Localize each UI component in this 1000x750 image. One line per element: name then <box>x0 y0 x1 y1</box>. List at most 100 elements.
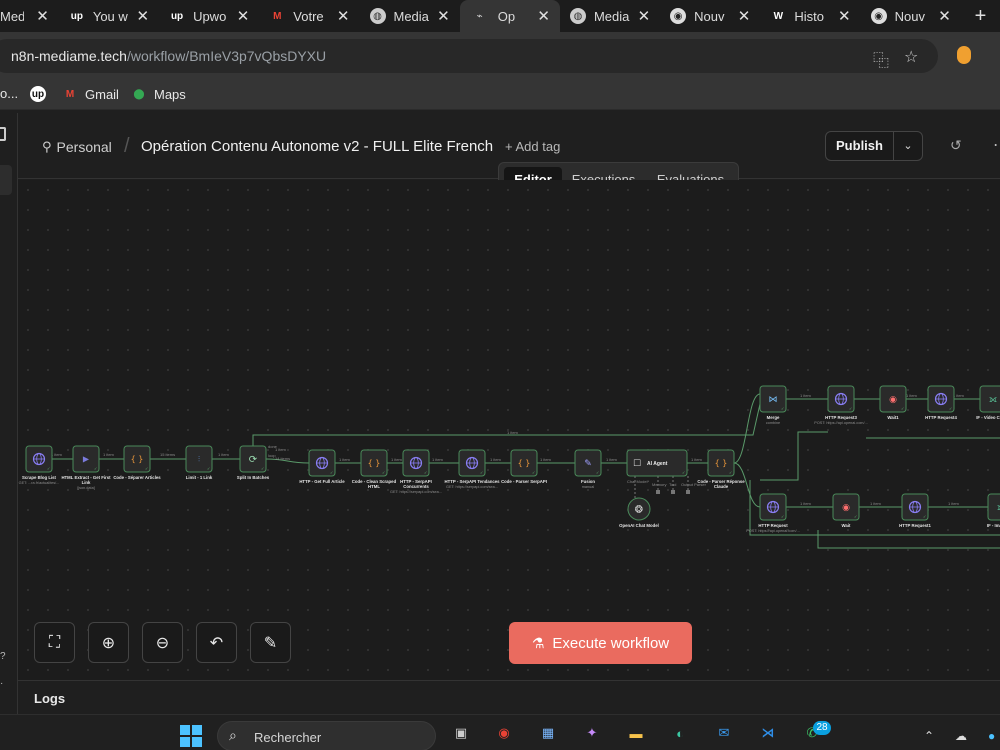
publish-button[interactable]: Publish <box>826 132 894 160</box>
tab-label: Op <box>497 8 516 24</box>
tray-chevron-up-icon[interactable]: ⌃ <box>924 729 934 743</box>
store-icon[interactable]: ▦ <box>536 721 560 745</box>
node-label: Limit - 1 Link <box>186 475 213 480</box>
workflow-canvas[interactable]: 1 item 1 item 15 items 1 item 1 item 14 items… <box>18 180 1000 680</box>
bookmark-star-icon[interactable]: ☆ <box>904 47 918 67</box>
browser-tab-0[interactable]: Media ✕ <box>0 0 59 32</box>
new-tab-button[interactable]: + <box>961 0 1000 32</box>
sidebar-help-icon[interactable]: ? <box>0 651 6 662</box>
network-icon[interactable]: ☁ <box>955 729 967 743</box>
history-icon[interactable]: ↺ <box>950 137 962 154</box>
taskbar-search[interactable]: ⌕ Rechercher <box>217 721 436 750</box>
browser-tab-6[interactable]: ◍ Media ✕ <box>560 0 660 32</box>
copilot-icon[interactable]: ✦ <box>580 721 604 745</box>
bookmark-maps[interactable]: ⬤ Maps <box>131 86 185 102</box>
braces-icon: { } <box>518 459 531 468</box>
workflow-node-wait1[interactable]: ✓ ◉ Wait1 <box>879 385 907 420</box>
workflow-node-clean[interactable]: ✓{ }Code - Clean ScrapedHTML <box>352 449 397 489</box>
browser-tab-3[interactable]: M Votre ✕ <box>259 0 359 32</box>
workflow-node-wait[interactable]: ✓ ◉ Wait <box>832 493 860 528</box>
workflow-node-ifvideo[interactable]: ✓⟗IF - Video Com... <box>976 385 1000 420</box>
workflow-node-http1[interactable]: ✓ HTTP Request1 <box>899 493 931 528</box>
agent-sub-port-tool[interactable] <box>671 490 675 494</box>
zoom-in-button[interactable]: ⊕ <box>88 622 129 663</box>
tab-close-icon[interactable]: ✕ <box>337 7 350 25</box>
bookmark-upwork[interactable]: up <box>30 86 53 102</box>
workflow-node-agent[interactable]: ✓ ☐ AI Agent <box>626 449 688 477</box>
workflow-node-ifimage[interactable]: ✓⟗IF - Image G... <box>987 493 1000 528</box>
workflow-node-http4[interactable]: ✓ HTTP Request4 <box>925 385 957 420</box>
tab-close-icon[interactable]: ✕ <box>537 7 550 25</box>
task-view-icon[interactable]: ▣ <box>449 721 473 745</box>
chevron-down-icon[interactable]: ⌄ <box>894 132 922 160</box>
search-placeholder: Rechercher <box>254 730 322 745</box>
connection-ifimage-back[interactable] <box>817 516 1000 549</box>
connection-claude-http0[interactable] <box>733 462 761 508</box>
vscode-icon[interactable]: ⋊ <box>756 721 780 745</box>
extension-icon[interactable] <box>957 46 971 64</box>
execute-label: Execute workflow <box>552 634 670 652</box>
more-options-icon[interactable]: ⋯ <box>993 135 1000 155</box>
workflow-node-openai[interactable]: ❂ OpenAI Chat Model <box>619 497 659 528</box>
sidebar-toggle-icon[interactable] <box>0 127 6 141</box>
workflow-node-http3[interactable]: ✓ HTTP Request3POST: https://api.openai.c… <box>814 385 868 425</box>
edge-icon[interactable]: ◐ <box>668 721 692 745</box>
workflow-node-limit[interactable]: ✓ ⫶ Limit - 1 Link <box>185 445 213 480</box>
tab-close-icon[interactable]: ✕ <box>437 7 450 25</box>
success-check-icon: ✓ <box>781 406 784 411</box>
sidebar-settings-icon[interactable]: · <box>0 678 3 689</box>
tidy-up-button[interactable]: ✎ <box>250 622 291 663</box>
execute-workflow-button[interactable]: ⚗ Execute workflow <box>509 622 692 664</box>
file-explorer-icon[interactable]: ▬ <box>624 721 648 745</box>
mail-icon[interactable]: ✉ <box>712 721 736 745</box>
omnibox[interactable]: n8n-mediame.tech/workflow/BmIeV3p7vQbsDY… <box>0 39 938 73</box>
workflow-node-merge[interactable]: ✓⋈ Mergecombine <box>759 385 787 425</box>
workflow-node-claude[interactable]: ✓{ }Code - Parser RéponseClaude <box>697 449 745 489</box>
tab-close-icon[interactable]: ✕ <box>938 7 951 25</box>
tab-close-icon[interactable]: ✕ <box>36 7 49 25</box>
zoom-to-fit-button[interactable]: ⛶ <box>34 622 75 663</box>
browser-tab-2[interactable]: up Upwo ✕ <box>159 0 259 32</box>
mic-icon[interactable]: ● <box>988 729 995 743</box>
browser-tab-4[interactable]: ◍ Media ✕ <box>360 0 460 32</box>
browser-tab-5[interactable]: ⌁ Op ✕ <box>459 0 560 32</box>
workflow-node-split[interactable]: ✓⟳ Split In Batches <box>237 445 270 480</box>
browser-tab-1[interactable]: up You w ✕ <box>59 0 159 32</box>
edge-label: 1 item <box>103 452 115 457</box>
browser-tab-9[interactable]: ◉ Nouv ✕ <box>861 0 961 32</box>
logs-panel[interactable]: Logs <box>18 680 1000 714</box>
bookmark-gmail[interactable]: M Gmail <box>62 86 119 102</box>
agent-sub-port-parser[interactable] <box>686 490 690 494</box>
sidebar-active-item[interactable] <box>0 165 12 195</box>
translate-icon[interactable]: ⿻ <box>873 47 889 71</box>
connection-claude-merge[interactable] <box>733 393 761 464</box>
windows-start-icon[interactable] <box>180 725 202 747</box>
success-check-icon: ✓ <box>382 470 385 475</box>
add-tag-button[interactable]: + Add tag <box>505 139 560 154</box>
edge-label: done <box>268 444 278 449</box>
tab-close-icon[interactable]: ✕ <box>136 7 149 25</box>
tab-close-icon[interactable]: ✕ <box>838 7 851 25</box>
workflow-title[interactable]: Opération Contenu Autonome v2 - FULL Eli… <box>141 138 493 155</box>
node-label: Concurrents <box>403 484 429 489</box>
workflow-node-fusion[interactable]: ✓ ✎ Fusionmanual <box>574 449 602 489</box>
workflow-node-http0[interactable]: ✓ HTTP RequestPOST: https://api.openai.co… <box>746 493 800 533</box>
connection-merge-in[interactable] <box>760 431 828 481</box>
chrome-icon[interactable]: ◉ <box>492 721 516 745</box>
undo-button[interactable]: ↶ <box>196 622 237 663</box>
workflow-node-serp2[interactable]: ✓ HTTP - SerpAPI TendancesGET: https://se… <box>445 449 501 489</box>
tab-close-icon[interactable]: ✕ <box>237 7 250 25</box>
tab-close-icon[interactable]: ✕ <box>738 7 751 25</box>
workflow-node-parse[interactable]: ✓{ } Code - Parser SerpAPI <box>501 449 547 484</box>
browser-tab-7[interactable]: ◉ Nouv ✕ <box>660 0 760 32</box>
agent-sub-port-memory[interactable] <box>656 490 660 494</box>
breadcrumb[interactable]: ⚲ Personal <box>42 139 112 155</box>
tab-close-icon[interactable]: ✕ <box>638 7 651 25</box>
connection-split-loop[interactable] <box>252 403 761 446</box>
zoom-out-button[interactable]: ⊖ <box>142 622 183 663</box>
workflow-node-getfull[interactable]: ✓ HTTP - Get Full Article <box>299 449 345 484</box>
url-text[interactable]: n8n-mediame.tech/workflow/BmIeV3p7vQbsDY… <box>11 48 326 64</box>
browser-tab-8[interactable]: W Histo ✕ <box>760 0 860 32</box>
workflow-node-sep[interactable]: ✓{ } Code - Séparer Articles <box>113 445 161 480</box>
bookmark-truncated[interactable]: o... <box>0 86 18 101</box>
